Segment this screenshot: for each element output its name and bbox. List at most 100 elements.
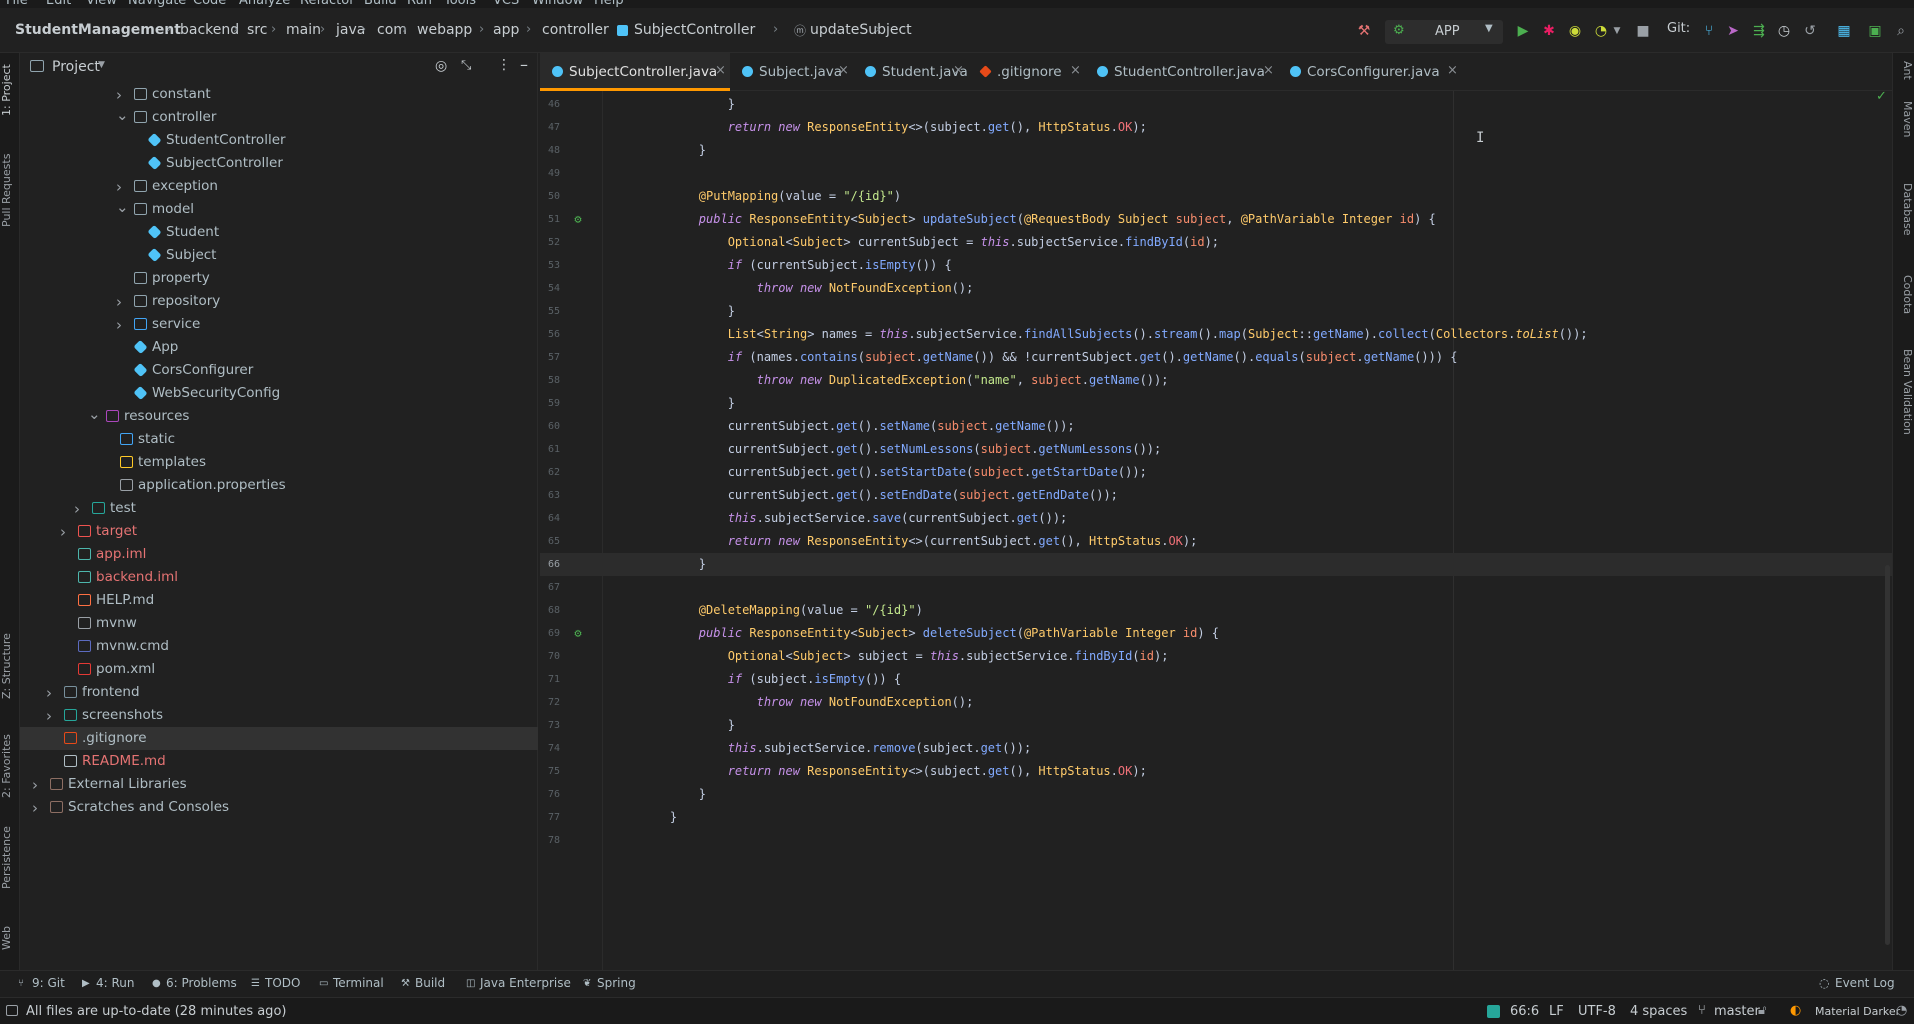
tree-node[interactable]: ⌄ resources (20, 405, 538, 428)
left-tab-structure[interactable]: Z: Structure (0, 621, 20, 711)
chevron-right-icon[interactable]: › (116, 293, 122, 311)
run-method-icon[interactable]: ⚙ (571, 626, 585, 640)
tool-window-terminal[interactable]: Terminal (333, 976, 384, 990)
breadcrumb-item[interactable]: src (247, 22, 267, 38)
chevron-right-icon[interactable]: › (116, 178, 122, 196)
chevron-right-icon[interactable]: › (60, 523, 66, 541)
chevron-right-icon[interactable]: › (46, 707, 52, 725)
editor-scrollbar[interactable] (1885, 565, 1890, 945)
lock-icon[interactable]: 🔓︎ (1758, 1003, 1766, 1018)
breadcrumb-item[interactable]: webapp (417, 22, 472, 38)
code-line[interactable]: 49 (540, 162, 1892, 185)
git-push-icon[interactable]: ⇶ (1750, 22, 1768, 40)
theme-name[interactable]: Material Darker (1815, 1005, 1900, 1018)
code-line[interactable]: 66 } (540, 553, 1892, 576)
breadcrumb-item[interactable]: controller (542, 22, 609, 38)
file-encoding[interactable]: UTF-8 (1578, 1004, 1616, 1019)
tab--gitignore[interactable]: .gitignore × (968, 53, 1085, 91)
locate-file-icon[interactable]: ◎ (435, 58, 447, 74)
project-view-title[interactable]: Project (52, 59, 100, 75)
code-line[interactable]: 57 if (names.contains(subject.getName())… (540, 346, 1892, 369)
tree-node[interactable]: › External Libraries (20, 773, 538, 796)
code-line[interactable]: 71 if (subject.isEmpty()) { (540, 668, 1892, 691)
tree-node[interactable]: › repository (20, 290, 538, 313)
tree-node[interactable]: ⌄ controller (20, 106, 538, 129)
breadcrumb-item[interactable]: updateSubject (810, 22, 912, 38)
line-separator[interactable]: LF (1549, 1004, 1564, 1019)
code-line[interactable]: 77 } (540, 806, 1892, 829)
chevron-down-icon[interactable]: ⌄ (116, 106, 129, 124)
chevron-down-icon[interactable]: ⌄ (116, 198, 129, 216)
event-log-button[interactable]: Event Log (1835, 976, 1895, 990)
tree-node[interactable]: mvnw (20, 612, 538, 635)
code-line[interactable]: 64 this.subjectService.save(currentSubje… (540, 507, 1892, 530)
code-line[interactable]: 47 return new ResponseEntity<>(subject.g… (540, 116, 1892, 139)
right-tab-maven[interactable]: Maven (1894, 101, 1914, 137)
tool-window-4-run[interactable]: 4: Run (96, 976, 135, 990)
code-line[interactable]: 76 } (540, 783, 1892, 806)
close-icon[interactable]: × (715, 63, 726, 78)
tree-node[interactable]: application.properties (20, 474, 538, 497)
menu-item-view[interactable]: View (86, 0, 117, 8)
tree-node[interactable]: mvnw.cmd (20, 635, 538, 658)
stop-icon[interactable]: ■ (1634, 22, 1652, 40)
tool-window-java-enterprise[interactable]: Java Enterprise (480, 976, 571, 990)
chevron-right-icon[interactable]: › (46, 684, 52, 702)
tab-corsconfigurer-java[interactable]: CorsConfigurer.java × (1278, 53, 1462, 91)
run-config-selector[interactable]: ⚙ APP ▼ (1385, 20, 1503, 44)
close-icon[interactable]: × (838, 63, 849, 78)
tree-node[interactable]: StudentController (20, 129, 538, 152)
terminal-window-icon[interactable]: ▣ (1866, 22, 1884, 40)
code-line[interactable]: 75 return new ResponseEntity<>(subject.g… (540, 760, 1892, 783)
code-line[interactable]: 70 Optional<Subject> subject = this.subj… (540, 645, 1892, 668)
code-editor[interactable]: 46 } 47 return new ResponseEntity<>(subje… (540, 89, 1892, 970)
tree-node[interactable]: backend.iml (20, 566, 538, 589)
breadcrumb-item[interactable]: backend (180, 22, 239, 38)
tab-subjectcontroller-java[interactable]: SubjectController.java × (540, 53, 730, 91)
tree-node[interactable]: pom.xml (20, 658, 538, 681)
left-tab-favorites[interactable]: 2: Favorites (0, 721, 20, 811)
code-line[interactable]: 58 throw new DuplicatedException("name",… (540, 369, 1892, 392)
breadcrumb-item[interactable]: StudentManagement (15, 22, 181, 38)
run-method-icon[interactable]: ⚙ (571, 212, 585, 226)
code-line[interactable]: 62 currentSubject.get().setStartDate(sub… (540, 461, 1892, 484)
chevron-right-icon[interactable]: › (32, 776, 38, 794)
tool-window-6-problems[interactable]: 6: Problems (166, 976, 237, 990)
code-line[interactable]: 50 @PutMapping(value = "/{id}") (540, 185, 1892, 208)
code-line[interactable]: 73 } (540, 714, 1892, 737)
tab-student-java[interactable]: Student.java × (853, 53, 968, 91)
search-everywhere-icon[interactable]: ⌕ (1892, 22, 1910, 40)
tree-node[interactable]: › exception (20, 175, 538, 198)
code-line[interactable]: 52 Optional<Subject> currentSubject = th… (540, 231, 1892, 254)
run-icon[interactable]: ▶ (1514, 22, 1532, 40)
tree-node[interactable]: static (20, 428, 538, 451)
code-line[interactable]: 59 } (540, 392, 1892, 415)
rollback-icon[interactable]: ↺ (1801, 22, 1819, 40)
git-commit-icon[interactable]: ➤ (1724, 22, 1742, 40)
tree-node[interactable]: README.md (20, 750, 538, 773)
tree-node[interactable]: CorsConfigurer (20, 359, 538, 382)
tree-node[interactable]: SubjectController (20, 152, 538, 175)
code-line[interactable]: 63 currentSubject.get().setEndDate(subje… (540, 484, 1892, 507)
chevron-right-icon[interactable]: › (116, 316, 122, 334)
tree-node[interactable]: ⌄ model (20, 198, 538, 221)
code-line[interactable]: 54 throw new NotFoundException(); (540, 277, 1892, 300)
tree-node[interactable]: WebSecurityConfig (20, 382, 538, 405)
tree-node[interactable]: › screenshots (20, 704, 538, 727)
menu-item-tools[interactable]: Tools (444, 0, 476, 8)
code-line[interactable]: 65 return new ResponseEntity<>(currentSu… (540, 530, 1892, 553)
tree-node[interactable]: HELP.md (20, 589, 538, 612)
chevron-down-icon[interactable]: ▼ (1608, 22, 1626, 40)
tree-node[interactable]: Subject (20, 244, 538, 267)
menu-item-code[interactable]: Code (193, 0, 226, 8)
breadcrumb-item[interactable]: main (286, 22, 321, 38)
options-menu-icon[interactable]: ⋮ (497, 57, 511, 73)
menu-item-analyze[interactable]: Analyze (239, 0, 290, 8)
tab-subject-java[interactable]: Subject.java × (730, 53, 853, 91)
code-line[interactable]: 56 List<String> names = this.subjectServ… (540, 323, 1892, 346)
breadcrumb-item[interactable]: SubjectController (634, 22, 755, 38)
inspection-ok-icon[interactable]: ✓ (1876, 89, 1887, 104)
project-structure-icon[interactable]: ▦ (1835, 22, 1853, 40)
collapse-all-icon[interactable]: ⤡ (461, 58, 471, 73)
code-line[interactable]: 53 if (currentSubject.isEmpty()) { (540, 254, 1892, 277)
